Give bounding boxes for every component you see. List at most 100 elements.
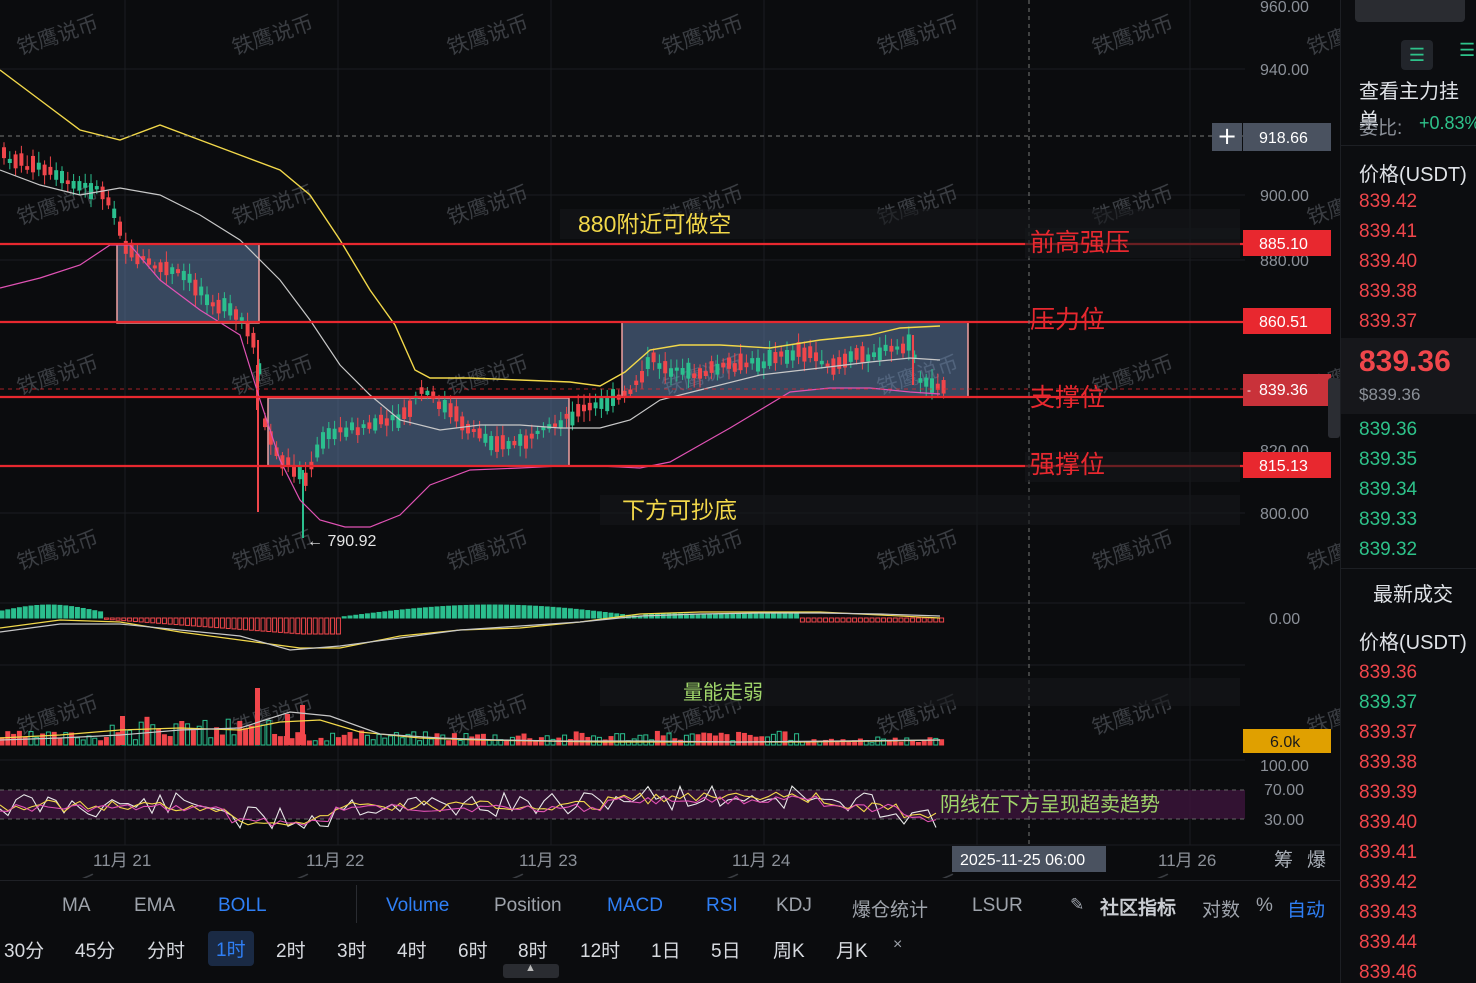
interval-4h[interactable]: 4时 — [397, 936, 427, 963]
macd-bar — [591, 610, 597, 619]
chip-distribution-button[interactable]: 筹 — [1274, 849, 1293, 871]
macd-bar — [759, 613, 765, 619]
candle-body — [732, 363, 737, 372]
candle-body — [251, 332, 256, 348]
candle-body — [216, 299, 221, 314]
annotation-resistance: 压力位 — [1030, 306, 1105, 334]
candle-body — [872, 352, 876, 358]
ask-row[interactable]: 839.40 — [1359, 251, 1417, 273]
macd-bar — [550, 606, 556, 619]
candle-body — [680, 368, 685, 375]
macd-bar — [5, 609, 11, 619]
candle-body — [239, 317, 244, 321]
candle-body — [123, 240, 128, 254]
toolbar-scroll-handle[interactable]: ▲ — [503, 962, 559, 978]
volume-bar — [446, 740, 452, 746]
close-icon[interactable]: × — [893, 936, 902, 954]
volume-bar — [579, 732, 585, 746]
log-scale-toggle[interactable]: 对数 — [1202, 895, 1240, 922]
candle-body — [152, 265, 157, 269]
interval-8h[interactable]: 8时 — [518, 936, 548, 963]
macd-bar — [533, 605, 539, 619]
orderbook-bids-icon[interactable]: ☰ — [1459, 40, 1475, 61]
edit-icon[interactable]: ✎ — [1070, 895, 1084, 915]
volume-bar — [915, 742, 921, 746]
volume-bar — [759, 736, 765, 746]
bid-row[interactable]: 839.34 — [1359, 479, 1417, 501]
macd-zero-tick: 0.00 — [1269, 611, 1300, 628]
macd-bar — [770, 613, 776, 619]
interval-1h[interactable]: 1时 — [208, 931, 254, 966]
candle-body — [640, 371, 644, 383]
ask-row[interactable]: 839.42 — [1359, 191, 1417, 213]
orderbook-both-icon[interactable]: ☰ — [1401, 40, 1433, 70]
right-panel-collapse-handle[interactable] — [1328, 378, 1340, 438]
interval-month[interactable]: 月K — [836, 936, 868, 963]
candle-body — [7, 158, 12, 164]
interval-timeshare[interactable]: 分时 — [147, 936, 185, 963]
volume-bar — [98, 740, 104, 746]
volume-bar — [272, 733, 278, 746]
indicator-tab-position[interactable]: Position — [494, 895, 562, 917]
interval-30m[interactable]: 30分 — [4, 936, 44, 963]
liquidation-button[interactable]: 爆 — [1307, 849, 1326, 871]
ask-row[interactable]: 839.38 — [1359, 281, 1417, 303]
indicator-tab-rsi[interactable]: RSI — [706, 895, 738, 917]
candle-body — [112, 208, 117, 219]
panel-tab-button[interactable] — [1355, 0, 1465, 22]
percent-scale-toggle[interactable]: % — [1256, 895, 1273, 917]
macd-bar — [405, 608, 411, 619]
interval-45m[interactable]: 45分 — [75, 936, 115, 963]
candle-body — [170, 267, 175, 274]
bid-row[interactable]: 839.32 — [1359, 539, 1417, 561]
ask-row[interactable]: 839.41 — [1359, 221, 1417, 243]
macd-bar — [11, 608, 17, 619]
interval-2h[interactable]: 2时 — [276, 936, 306, 963]
bid-row[interactable]: 839.36 — [1359, 419, 1417, 441]
volume-bar — [718, 732, 724, 746]
macd-bar — [463, 604, 469, 619]
auto-scale-toggle[interactable]: 自动 — [1287, 895, 1325, 922]
interval-3h[interactable]: 3时 — [337, 936, 367, 963]
macd-bar — [469, 604, 475, 619]
price-chart[interactable]: 铁鹰说币 铁鹰说币 铁鹰说币 铁鹰说币 铁鹰说币 铁鹰说币 铁鹰说币铁鹰说币 铁鹰说币 铁鹰说币… — [0, 0, 1340, 878]
crosshair-price-label: 918.66 — [1259, 130, 1308, 147]
candle-body — [802, 347, 807, 362]
macd-bar — [393, 610, 399, 619]
volume-bar — [701, 732, 707, 746]
volume-bar — [161, 734, 167, 746]
indicator-tab-ma[interactable]: MA — [62, 895, 91, 917]
interval-6h[interactable]: 6时 — [458, 936, 488, 963]
level-tag: 815.13 — [1259, 458, 1308, 475]
community-indicators-button[interactable]: 社区指标 — [1100, 893, 1176, 920]
level-tag: 860.51 — [1259, 314, 1308, 331]
bid-row[interactable]: 839.35 — [1359, 449, 1417, 471]
ask-row[interactable]: 839.37 — [1359, 311, 1417, 333]
interval-1d[interactable]: 1日 — [651, 936, 681, 963]
macd-bar — [724, 613, 730, 619]
order-ratio-value: +0.83% — [1419, 113, 1476, 133]
macd-bar — [353, 614, 359, 619]
candle-body — [703, 371, 708, 377]
indicator-tab-lsur[interactable]: LSUR — [972, 895, 1023, 917]
interval-week[interactable]: 周K — [773, 936, 805, 963]
volume-bar — [57, 738, 63, 746]
macd-bar — [794, 613, 800, 619]
macd-bar — [370, 612, 376, 619]
indicator-tab-volume[interactable]: Volume — [386, 895, 449, 917]
interval-5d[interactable]: 5日 — [711, 936, 741, 963]
candle-body — [147, 258, 151, 265]
macd-bar — [776, 613, 782, 619]
interval-12h[interactable]: 12时 — [580, 936, 620, 963]
indicator-tab-boll[interactable]: BOLL — [218, 895, 267, 917]
bid-row[interactable]: 839.33 — [1359, 509, 1417, 531]
candle-body — [628, 389, 633, 394]
indicator-tab-macd[interactable]: MACD — [607, 895, 663, 917]
indicator-tab-kdj[interactable]: KDJ — [776, 895, 812, 917]
macd-bar — [341, 616, 347, 619]
indicator-tab-liquidation-stats[interactable]: 爆仓统计 — [852, 895, 928, 922]
toolbar-divider — [356, 885, 357, 923]
macd-bar — [451, 605, 457, 619]
annotation-support: 支撑位 — [1030, 384, 1105, 412]
indicator-tab-ema[interactable]: EMA — [134, 895, 175, 917]
